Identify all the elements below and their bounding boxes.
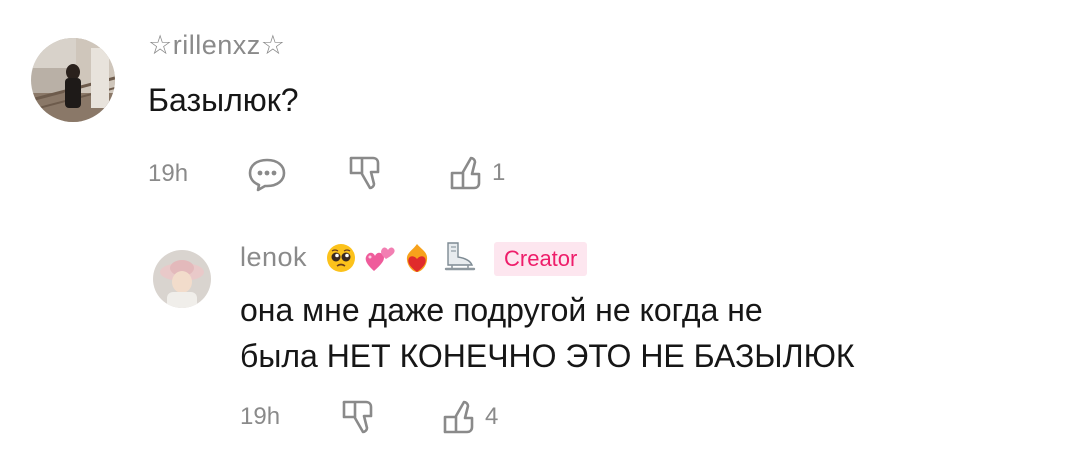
reply-like-button[interactable]: 4 [441,398,498,436]
like-count: 1 [492,159,506,186]
creator-username[interactable]: lenok [240,242,307,273]
like-button[interactable]: 1 [448,154,505,192]
reply-dislike-button[interactable] [340,398,378,436]
reply-text-line-2: была НЕТ КОНЕЧНО ЭТО НЕ БАЗЫЛЮК [240,338,855,374]
like-count: 4 [485,403,499,430]
commenter-avatar[interactable] [31,38,115,122]
creator-avatar[interactable] [153,250,211,308]
heart-on-fire-emoji [402,242,432,272]
comment-timestamp: 19h [148,160,189,187]
two-hearts-emoji [364,243,395,273]
thumbs-up-icon [448,154,486,192]
creator-badge: Creator [494,242,588,276]
dislike-button[interactable] [347,154,385,192]
thumbs-up-icon [441,398,479,436]
commenter-username[interactable]: ☆rillenxz☆ [148,30,285,61]
pleading-face-emoji [326,243,356,273]
reply-bubble-icon [247,156,287,192]
thumbs-down-icon [340,398,378,436]
reply-button[interactable] [247,156,287,192]
reply-timestamp: 19h [240,403,281,430]
ice-skate-emoji [442,241,478,271]
comment-text: Базылюк? [148,82,299,118]
comments-thread: ☆rillenxz☆ Базылюк? 19h 1 lenok Creator … [0,0,1080,475]
thumbs-down-icon [347,154,385,192]
reply-text-line-1: она мне даже подругой не когда не [240,292,763,328]
